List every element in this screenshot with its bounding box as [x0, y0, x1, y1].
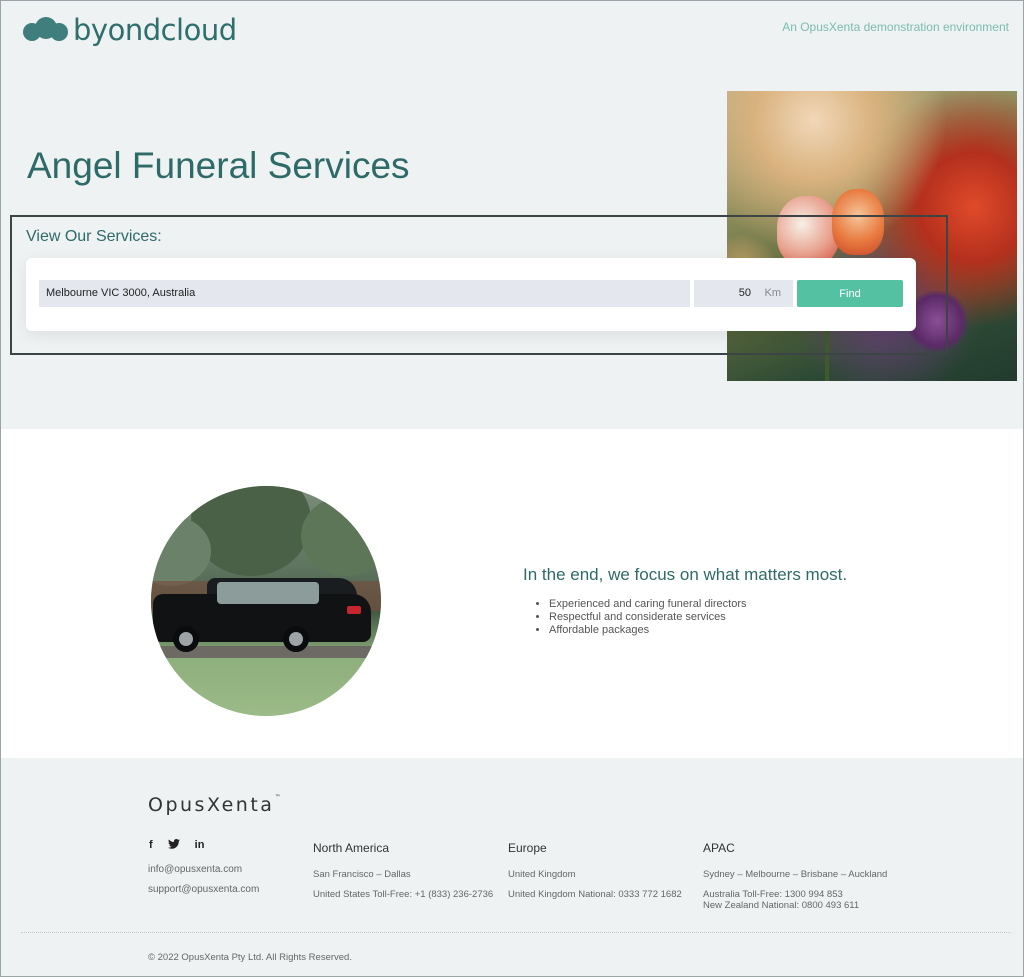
column-line: United Kingdom [508, 869, 576, 880]
focus-heading: In the end, we focus on what matters mos… [523, 565, 848, 584]
column-line: United States Toll-Free: +1 (833) 236-27… [313, 889, 494, 900]
column-line: New Zealand National: 0800 493 611 [703, 900, 860, 911]
radius-field[interactable]: 50 Km [694, 280, 793, 307]
hearse-photo [151, 486, 381, 716]
tulip-photo [727, 91, 1017, 381]
service-search-card: 50 Km Find [26, 258, 916, 331]
services-label: View Our Services: [26, 228, 162, 245]
facebook-icon[interactable]: f [149, 839, 153, 852]
europe-column: Europe United Kingdom United Kingdom Nat… [508, 841, 682, 900]
column-line: San Francisco – Dallas [313, 869, 411, 880]
column-line: United Kingdom National: 0333 772 1682 [508, 889, 682, 900]
twitter-icon[interactable] [167, 839, 180, 852]
apac-column: APAC Sydney – Melbourne – Brisbane – Auc… [703, 841, 887, 911]
social-links: f in [149, 839, 204, 852]
cloud-logo-icon [23, 17, 69, 43]
trademark-mark: ™ [274, 794, 281, 801]
opusxenta-logo-text: OpusXenta [148, 794, 275, 816]
features-list: Experienced and caring funeral directors… [549, 598, 747, 637]
environment-tagline: An OpusXenta demonstration environment [782, 20, 1009, 34]
info-email-link[interactable]: info@opusxenta.com [148, 864, 242, 875]
hero-section: byondcloud An OpusXenta demonstration en… [1, 1, 1023, 429]
logo-text: byondcloud [73, 13, 237, 47]
find-button[interactable]: Find [797, 280, 903, 307]
column-line: Australia Toll-Free: 1300 994 853 [703, 889, 843, 900]
location-input[interactable] [39, 280, 690, 307]
column-title: APAC [703, 841, 735, 855]
footer-divider [21, 932, 1011, 933]
north-america-column: North America San Francisco – Dallas Uni… [313, 841, 493, 900]
radius-value: 50 [738, 287, 751, 299]
column-line: Sydney – Melbourne – Brisbane – Auckland [703, 869, 888, 880]
list-item: Affordable packages [549, 624, 747, 637]
page-title: Angel Funeral Services [27, 145, 410, 186]
list-item: Experienced and caring funeral directors [549, 598, 747, 611]
linkedin-icon[interactable]: in [195, 839, 205, 852]
column-title: North America [313, 841, 390, 855]
byondcloud-logo[interactable]: byondcloud [23, 13, 237, 47]
copyright-text: © 2022 OpusXenta Pty Ltd. All Rights Res… [148, 952, 352, 963]
support-email-link[interactable]: support@opusxenta.com [148, 884, 259, 895]
footer: OpusXenta™ f in info@opusxenta.com suppo… [1, 758, 1023, 976]
column-title: Europe [508, 841, 547, 855]
radius-unit: Km [764, 287, 782, 299]
list-item: Respectful and considerate services [549, 611, 747, 624]
opusxenta-logo[interactable]: OpusXenta™ [148, 794, 280, 816]
